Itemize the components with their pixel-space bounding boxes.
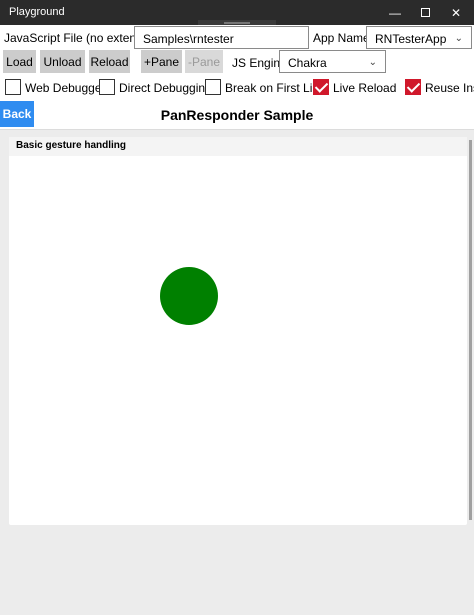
- unload-button[interactable]: Unload: [40, 50, 85, 73]
- web-debugger-checkbox[interactable]: [5, 79, 21, 95]
- chevron-down-icon: ⌄: [454, 33, 463, 44]
- app-name-label: App Name:: [313, 31, 374, 45]
- js-file-value: Samples\rntester: [143, 32, 234, 46]
- js-engine-value: Chakra: [288, 56, 327, 70]
- live-reload-label: Live Reload: [333, 81, 397, 95]
- app-name-dropdown[interactable]: RNTesterApp ⌄: [366, 26, 472, 49]
- web-debugger-label: Web Debugger: [25, 81, 106, 95]
- reuse-instance-checkbox[interactable]: [405, 79, 421, 95]
- draggable-circle[interactable]: [160, 267, 218, 325]
- reload-button[interactable]: Reload: [89, 50, 130, 73]
- app-header: Back PanResponder Sample: [0, 101, 474, 130]
- direct-debugging-label: Direct Debugging: [119, 81, 212, 95]
- reuse-instance-label: Reuse Insta: [425, 81, 474, 95]
- card-header: Basic gesture handling: [9, 137, 467, 156]
- minimize-button[interactable]: —: [379, 0, 411, 25]
- maximize-icon: [420, 8, 430, 17]
- window-title: Playground: [9, 6, 65, 18]
- minimize-icon: —: [389, 5, 401, 20]
- load-button[interactable]: Load: [3, 50, 36, 73]
- add-pane-button[interactable]: +Pane: [141, 50, 182, 73]
- close-icon: ✕: [450, 5, 462, 20]
- section-title: Basic gesture handling: [16, 140, 127, 151]
- live-reload-checkbox[interactable]: [313, 79, 329, 95]
- chevron-down-icon: ⌄: [368, 57, 377, 68]
- gesture-card: Basic gesture handling: [9, 137, 467, 525]
- maximize-button[interactable]: [409, 0, 441, 25]
- direct-debugging-checkbox[interactable]: [99, 79, 115, 95]
- close-button[interactable]: ✕: [440, 0, 472, 25]
- toolbar: JavaScript File (no extension): Samples\…: [0, 25, 474, 101]
- title-bar: Playground — ✕: [0, 0, 474, 26]
- app-name-value: RNTesterApp: [375, 32, 447, 46]
- break-first-line-checkbox[interactable]: [205, 79, 221, 95]
- js-file-input[interactable]: Samples\rntester: [134, 26, 309, 49]
- vertical-scrollbar[interactable]: [469, 140, 472, 520]
- page-title: PanResponder Sample: [160, 107, 314, 123]
- break-first-line-label: Break on First Line: [225, 81, 326, 95]
- remove-pane-button[interactable]: -Pane: [185, 50, 223, 73]
- js-engine-dropdown[interactable]: Chakra ⌄: [279, 50, 386, 73]
